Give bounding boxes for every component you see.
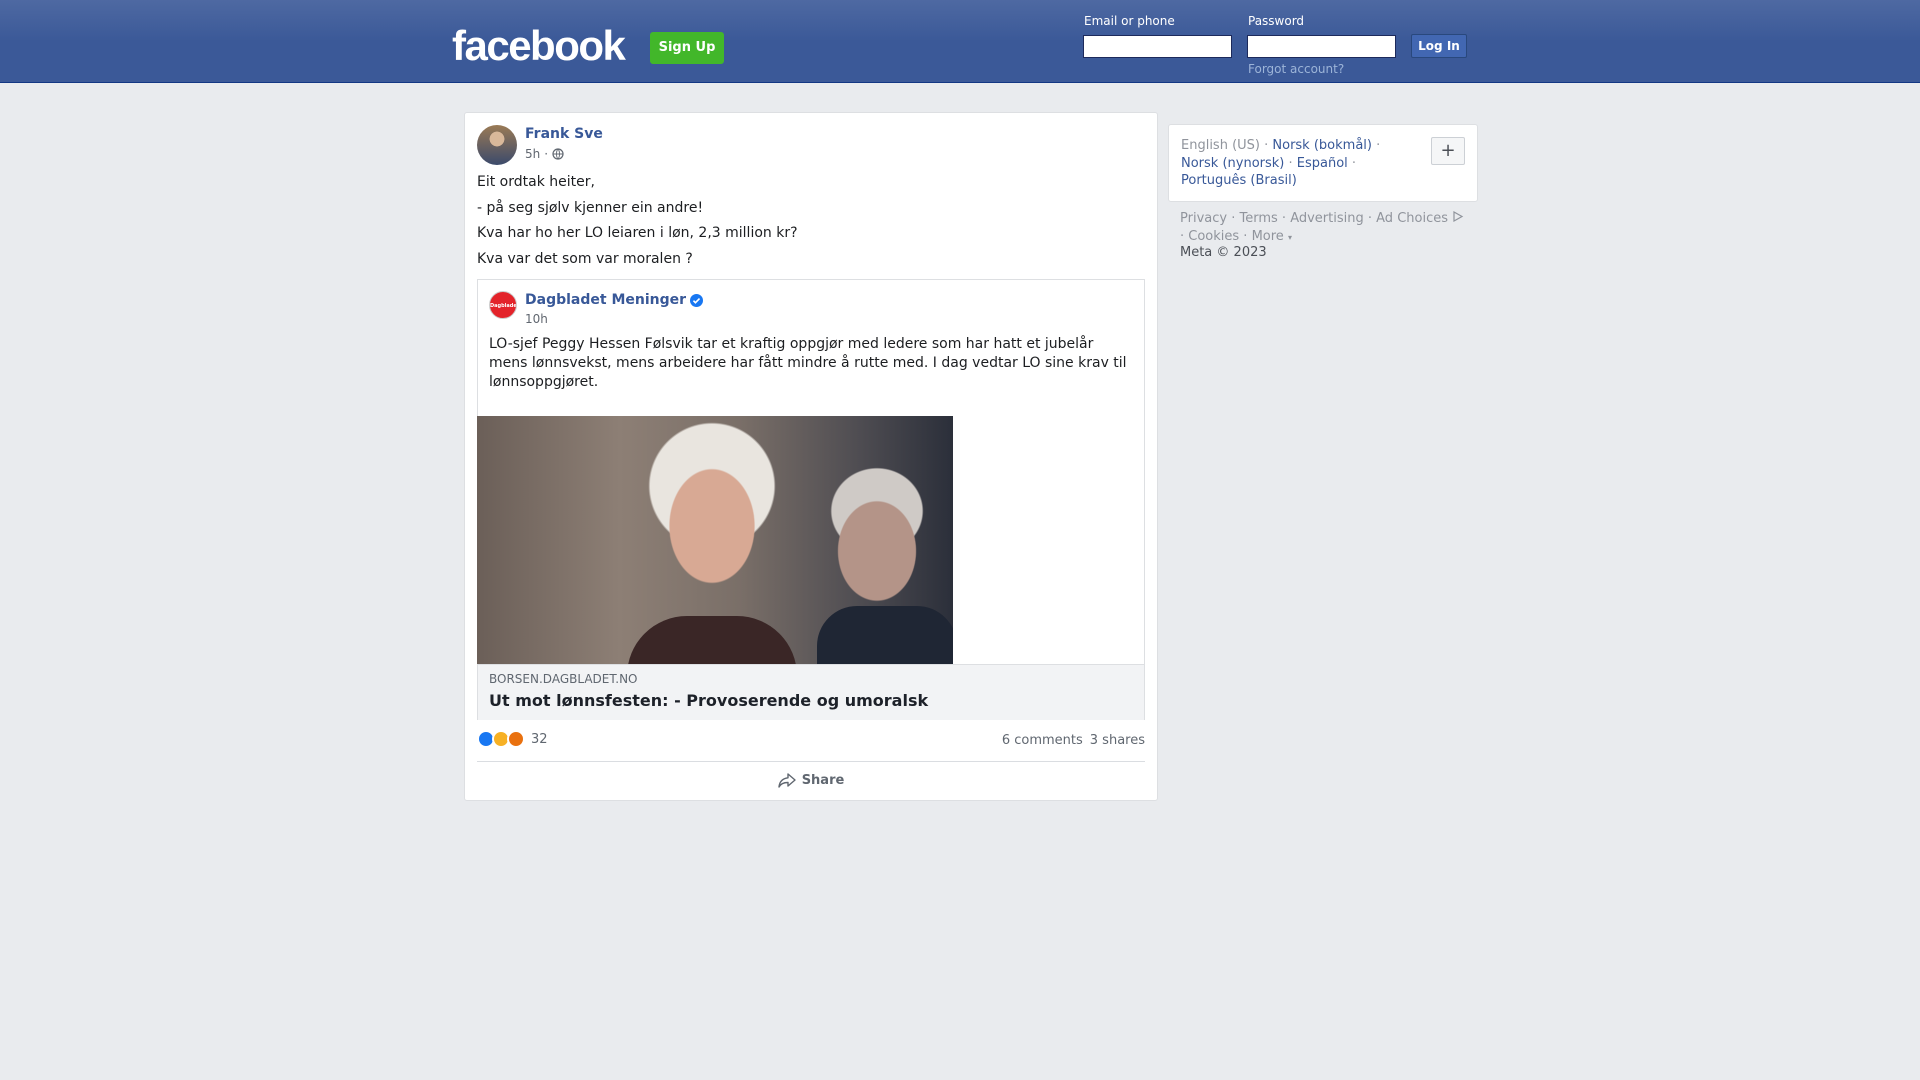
forgot-account-link[interactable]: Forgot account?	[1248, 62, 1344, 76]
globe-icon	[552, 148, 564, 160]
footer-link-more[interactable]: More	[1252, 229, 1284, 244]
more-languages-button[interactable]: +	[1431, 137, 1465, 165]
author-avatar[interactable]	[477, 125, 517, 165]
divider	[477, 761, 1145, 762]
log-in-button[interactable]: Log In	[1411, 34, 1467, 58]
author-name[interactable]: Frank Sve	[525, 126, 603, 142]
language-link[interactable]: Norsk (nynorsk)	[1181, 156, 1284, 171]
shares-count[interactable]: 3 shares	[1090, 733, 1145, 748]
reaction-icons	[477, 730, 525, 748]
reactions-summary[interactable]: 32	[477, 730, 548, 748]
post-line: Kva var det som var moralen ?	[477, 250, 693, 267]
separator-dot: ·	[544, 147, 549, 161]
language-box: English (US) · Norsk (bokmål) · Norsk (n…	[1168, 124, 1478, 202]
comments-count[interactable]: 6 comments	[1002, 733, 1083, 748]
page-name[interactable]: Dagbladet Meninger	[525, 292, 704, 308]
link-preview-meta[interactable]: BORSEN.DAGBLADET.NO Ut mot lønnsfesten: …	[478, 664, 1144, 720]
link-domain: BORSEN.DAGBLADET.NO	[489, 672, 638, 686]
post-line: Kva har ho her LO leiaren i løn, 2,3 mil…	[477, 225, 798, 241]
language-link[interactable]: Español	[1297, 156, 1348, 171]
post-line: - på seg sjølv kjenner ein andre!	[477, 199, 704, 216]
footer-link-privacy[interactable]: Privacy	[1180, 211, 1227, 226]
password-label: Password	[1248, 14, 1305, 28]
language-list: English (US) · Norsk (bokmål) · Norsk (n…	[1181, 138, 1381, 188]
link-title: Ut mot lønnsfesten: - Provoserende og um…	[489, 691, 929, 710]
copyright: Meta © 2023	[1180, 245, 1267, 260]
footer-link-ad-choices[interactable]: Ad Choices	[1376, 211, 1448, 226]
page-avatar[interactable]: Dagbladet	[489, 291, 517, 319]
footer-link-advertising[interactable]: Advertising	[1290, 211, 1364, 226]
angry-icon	[507, 730, 525, 748]
language-link[interactable]: Português (Brasil)	[1181, 173, 1297, 188]
sign-up-button[interactable]: Sign Up	[650, 32, 724, 64]
share-label: Share	[801, 773, 845, 788]
language-link[interactable]: Norsk (bokmål)	[1272, 138, 1372, 153]
current-language: English (US)	[1181, 138, 1260, 153]
facebook-logo[interactable]: facebook	[452, 22, 626, 70]
footer-link-terms[interactable]: Terms	[1239, 211, 1277, 226]
ad-choices-icon	[1453, 210, 1464, 223]
post-time[interactable]: 5h	[525, 147, 540, 161]
footer-link-cookies[interactable]: Cookies	[1188, 229, 1239, 244]
post-meta: 5h ·	[525, 147, 564, 161]
shared-post-time[interactable]: 10h	[525, 312, 548, 326]
email-field[interactable]	[1083, 35, 1232, 58]
post-text: Eit ordtak heiter, - på seg sjølv kjenne…	[477, 173, 1137, 275]
share-icon	[777, 772, 796, 788]
shared-post-text: LO-sjef Peggy Hessen Følsvik tar et kraf…	[489, 336, 1127, 390]
top-bar: facebook Sign Up Email or phone Password…	[0, 0, 1920, 83]
share-button[interactable]: Share	[477, 764, 1145, 797]
page-name-label: Dagbladet Meninger	[525, 292, 687, 308]
footer-links: Privacy · Terms · Advertising · Ad Choic…	[1180, 210, 1480, 247]
caret-down-icon: ▾	[1287, 233, 1292, 242]
link-preview-image[interactable]	[477, 416, 953, 664]
engagement-counts: 6 comments 3 shares	[1002, 733, 1145, 748]
email-label: Email or phone	[1084, 14, 1175, 28]
post-line: Eit ordtak heiter,	[477, 174, 595, 190]
shared-post: Dagbladet Dagbladet Meninger 10h LO-sjef…	[477, 279, 1145, 720]
reaction-count: 32	[531, 731, 548, 747]
post-card: Frank Sve 5h · Eit ordtak heiter, - på s…	[464, 112, 1158, 801]
verified-badge-icon	[690, 293, 704, 307]
password-field[interactable]	[1247, 35, 1396, 58]
